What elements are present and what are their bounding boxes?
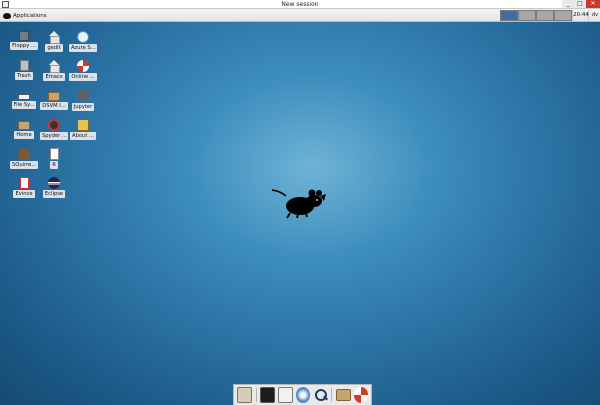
desktop-icon-dsvm[interactable]: DSVM I... — [40, 90, 68, 116]
about-icon — [77, 119, 89, 131]
folder-icon — [18, 121, 30, 130]
desktop-icon-label: gedit — [45, 44, 63, 52]
azure-icon — [77, 31, 89, 43]
top-panel: Applications 20:44 dv — [0, 9, 600, 22]
search-icon[interactable] — [313, 387, 328, 403]
workspace-2[interactable] — [518, 10, 536, 21]
desktop-icon-label: Floppy ... — [10, 42, 38, 50]
desktop-icon-eclipse[interactable]: Eclipse — [40, 177, 68, 203]
desktop-icon-label: File Sy... — [11, 101, 37, 109]
file-manager-icon[interactable] — [277, 387, 293, 403]
desktop-icon-trash[interactable]: Trash — [10, 60, 38, 86]
terminal-icon[interactable] — [260, 387, 275, 403]
desktop-icon-label: Azure S... — [69, 44, 97, 52]
workspace-switcher — [500, 10, 572, 21]
desktop-icon-label: R — [50, 161, 58, 169]
drive-icon — [18, 94, 30, 100]
show-desktop-icon[interactable] — [237, 387, 252, 403]
desktop-icon-online-help[interactable]: Online ... — [69, 60, 97, 86]
desktop-icon-about[interactable]: About ... — [69, 119, 97, 145]
desktop-icon-label: Jupyter — [71, 103, 95, 111]
eclipse-icon — [48, 177, 60, 189]
desktop-icon-label: Eclipse — [42, 190, 66, 198]
user-indicator[interactable]: dv — [590, 10, 600, 21]
applications-menu[interactable]: Applications — [3, 11, 47, 20]
desktop-icon-r[interactable]: R — [40, 148, 68, 174]
close-button[interactable]: ✕ — [586, 0, 600, 8]
desktop-icon-squirrel[interactable]: SQuirre... — [10, 148, 38, 174]
minimize-button[interactable]: _ — [562, 0, 574, 8]
maximize-button[interactable]: □ — [574, 0, 586, 8]
desktop-icon-label: Trash — [15, 72, 33, 80]
workspace-1[interactable] — [500, 10, 518, 21]
desktop-icon-label: DSVM I... — [40, 102, 68, 110]
window-title: New session — [281, 1, 319, 8]
desktop-icon-label: Spyder ... — [40, 132, 68, 140]
xfce-mouse-logo — [271, 189, 326, 219]
desktop-icon-label: Home — [14, 131, 34, 139]
desktop-icon-spyder[interactable]: Spyder ... — [40, 119, 68, 145]
xfce-mouse-icon — [3, 12, 11, 19]
desktop-icon-home[interactable]: Home — [10, 119, 38, 145]
desktop-icon-gedit[interactable]: gedit — [40, 31, 68, 57]
folder-icon — [48, 92, 60, 101]
dock-separator — [255, 388, 257, 402]
dock-separator — [331, 388, 333, 402]
desktop-icon-emacs[interactable]: Emacs — [40, 60, 68, 86]
bottom-dock — [233, 384, 372, 405]
web-browser-icon[interactable] — [295, 387, 310, 403]
window-titlebar: New session _ □ ✕ — [0, 0, 600, 9]
home-folder-icon — [48, 60, 60, 73]
home-folder-icon — [48, 31, 60, 44]
desktop-icon-file-system[interactable]: File Sy... — [10, 90, 38, 116]
desktop-icon-label: Emacs — [43, 73, 65, 81]
help-lifebuoy-icon — [77, 60, 89, 72]
folder-icon[interactable] — [336, 389, 351, 401]
spyder-icon — [48, 119, 60, 131]
trash-icon — [19, 60, 29, 71]
desktop-icon-label: SQuirre... — [10, 161, 38, 169]
desktop-icon-evince[interactable]: Evince — [10, 177, 38, 203]
floppy-icon — [19, 31, 29, 41]
desktop-icon-label: Online ... — [69, 73, 97, 81]
squirrel-icon — [18, 148, 30, 160]
workspace-4[interactable] — [554, 10, 572, 21]
evince-icon — [19, 177, 29, 189]
help-lifebuoy-icon[interactable] — [353, 387, 368, 403]
panel-clock[interactable]: 20:44 — [572, 10, 589, 21]
desktop-icon-floppy[interactable]: Floppy ... — [10, 31, 38, 57]
desktop-icon-label: About ... — [70, 132, 96, 140]
document-icon — [49, 148, 59, 160]
jupyter-icon — [77, 90, 89, 102]
applications-menu-label: Applications — [13, 12, 47, 19]
workspace-3[interactable] — [536, 10, 554, 21]
desktop-icon-jupyter[interactable]: Jupyter — [69, 90, 97, 116]
desktop-icon-azure[interactable]: Azure S... — [69, 31, 97, 57]
desktop: Floppy ... gedit Azure S... Trash Emacs … — [0, 22, 600, 405]
desktop-icon-label: Evince — [13, 190, 35, 198]
